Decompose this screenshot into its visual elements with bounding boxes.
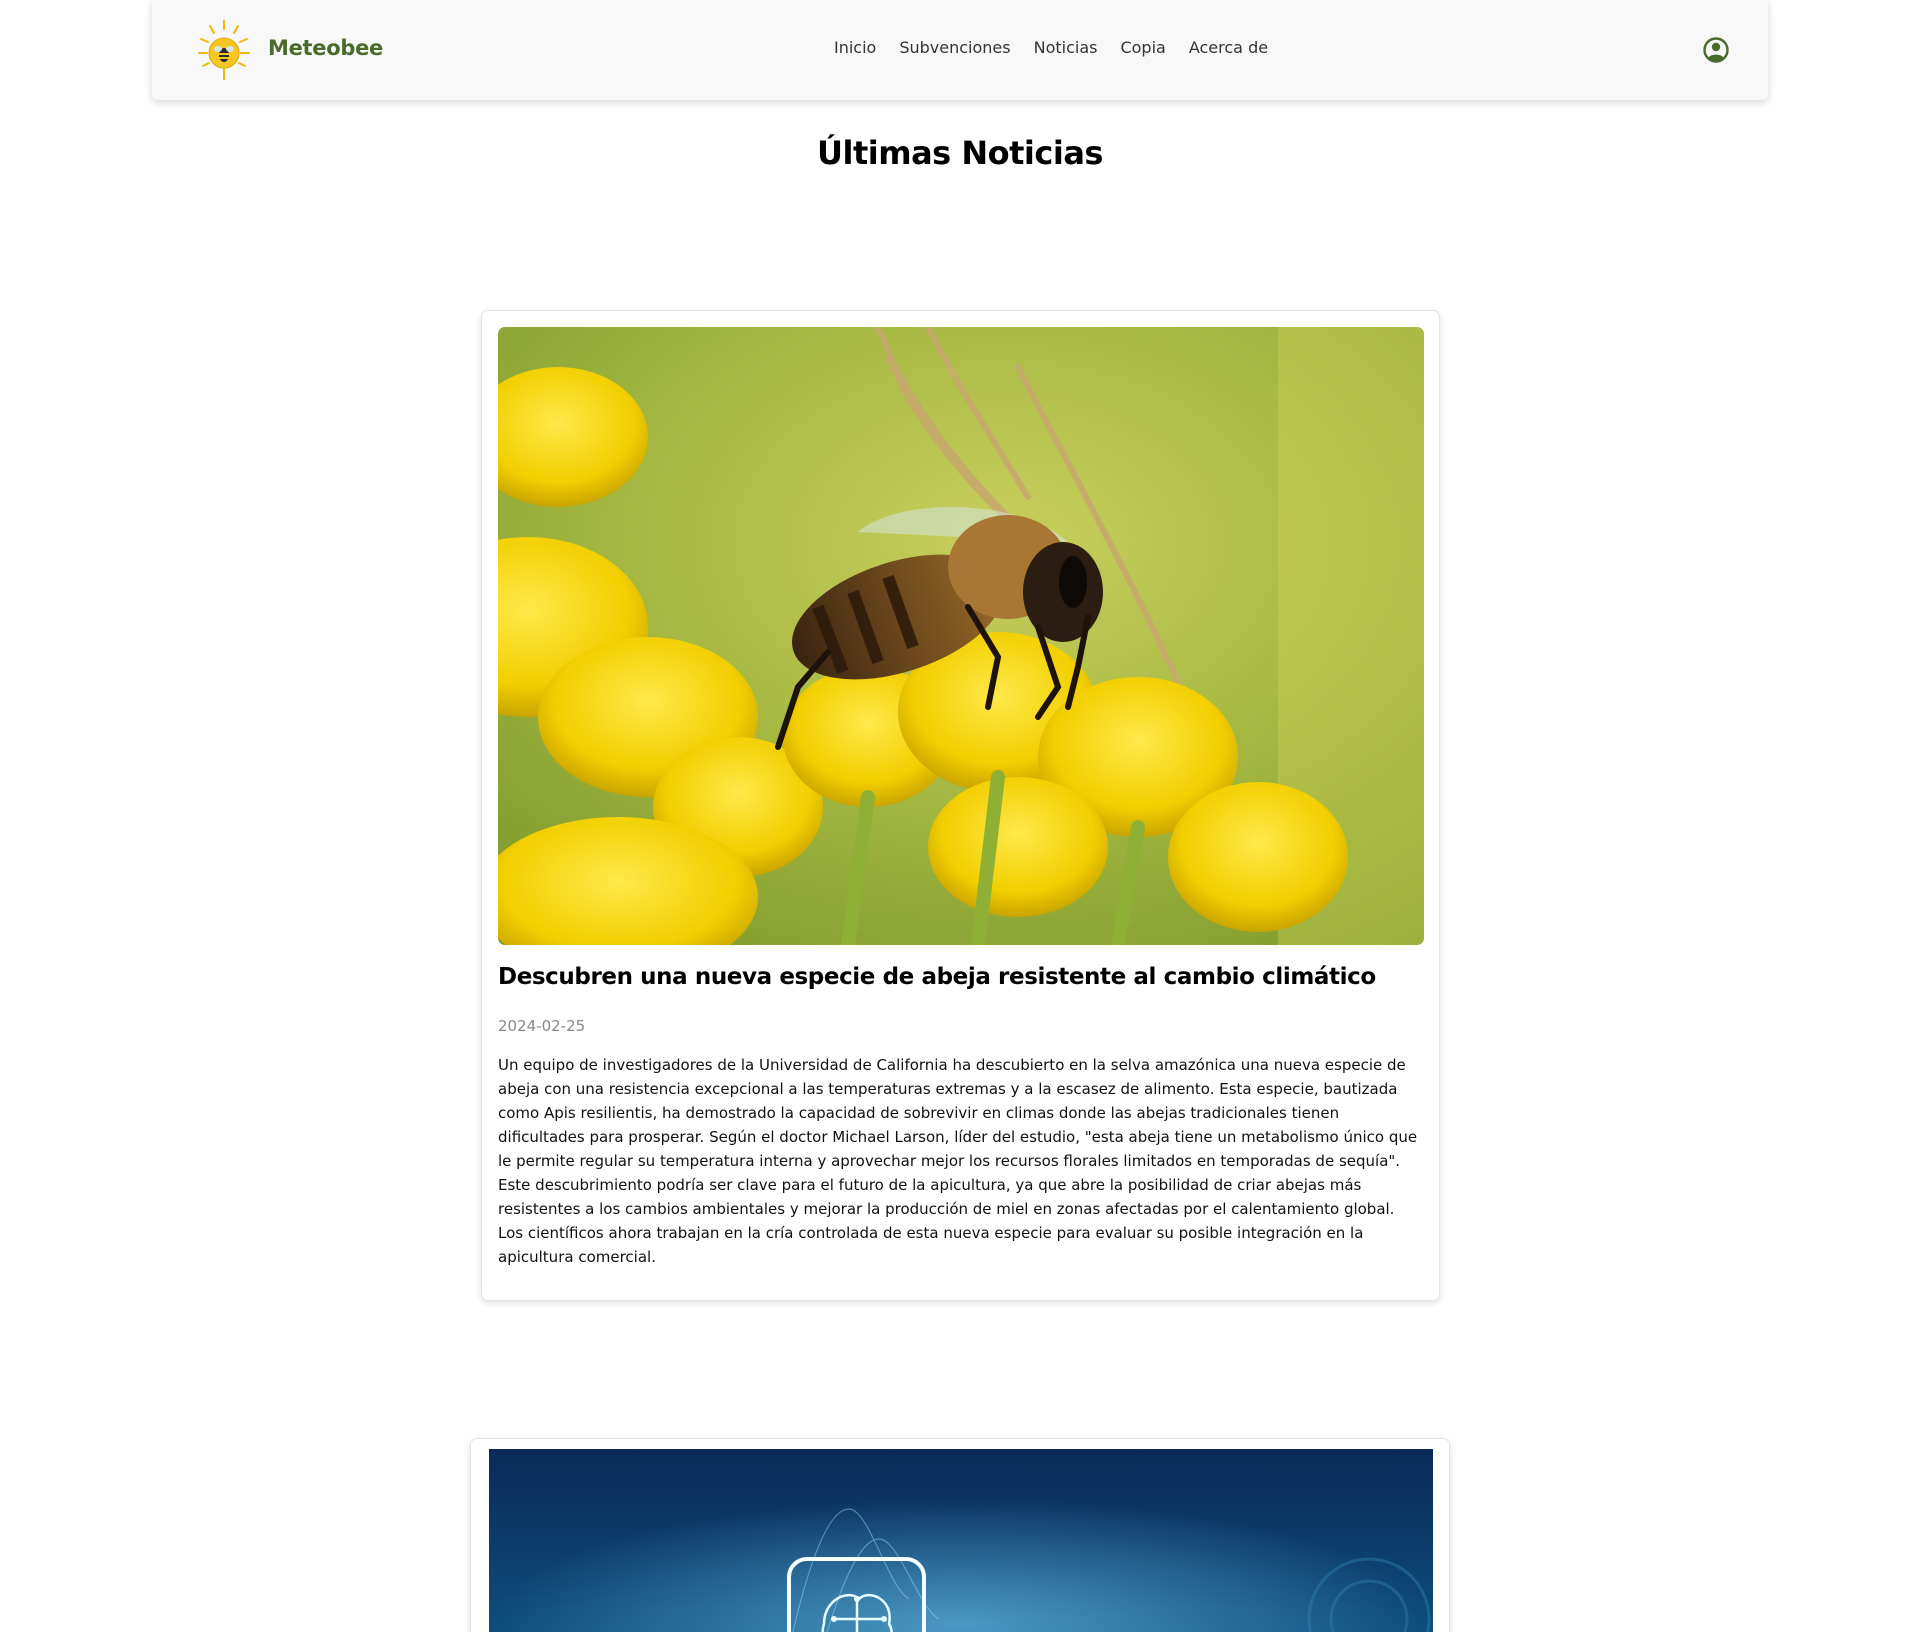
news-title[interactable]: Descubren una nueva especie de abeja res… xyxy=(498,963,1424,993)
main-nav: Inicio Subvenciones Noticias Copia Acerc… xyxy=(834,38,1268,57)
page-title: Últimas Noticias xyxy=(817,134,1103,172)
nav-noticias[interactable]: Noticias xyxy=(1034,38,1098,57)
nav-copia[interactable]: Copia xyxy=(1120,38,1165,57)
ai-brain-illustration xyxy=(489,1449,1433,1632)
news-body: Un equipo de investigadores de la Univer… xyxy=(498,1056,1418,1266)
ai-brain-circuit-photo xyxy=(489,1449,1433,1632)
news-card xyxy=(470,1438,1450,1632)
meteobee-logo-icon[interactable] xyxy=(196,17,252,83)
news-card: Descubren una nueva especie de abeja res… xyxy=(481,310,1440,1301)
nav-inicio[interactable]: Inicio xyxy=(834,38,876,57)
nav-acerca-de[interactable]: Acerca de xyxy=(1189,38,1268,57)
nav-subvenciones[interactable]: Subvenciones xyxy=(899,38,1010,57)
brand-name[interactable]: Meteobee xyxy=(268,36,383,60)
navbar: Meteobee Inicio Subvenciones Noticias Co… xyxy=(152,0,1768,100)
bee-on-flower-photo xyxy=(498,327,1424,945)
news-date: 2024-02-25 xyxy=(498,1017,586,1035)
bee-on-flower-illustration xyxy=(498,327,1424,945)
user-account-icon[interactable] xyxy=(1702,36,1730,64)
